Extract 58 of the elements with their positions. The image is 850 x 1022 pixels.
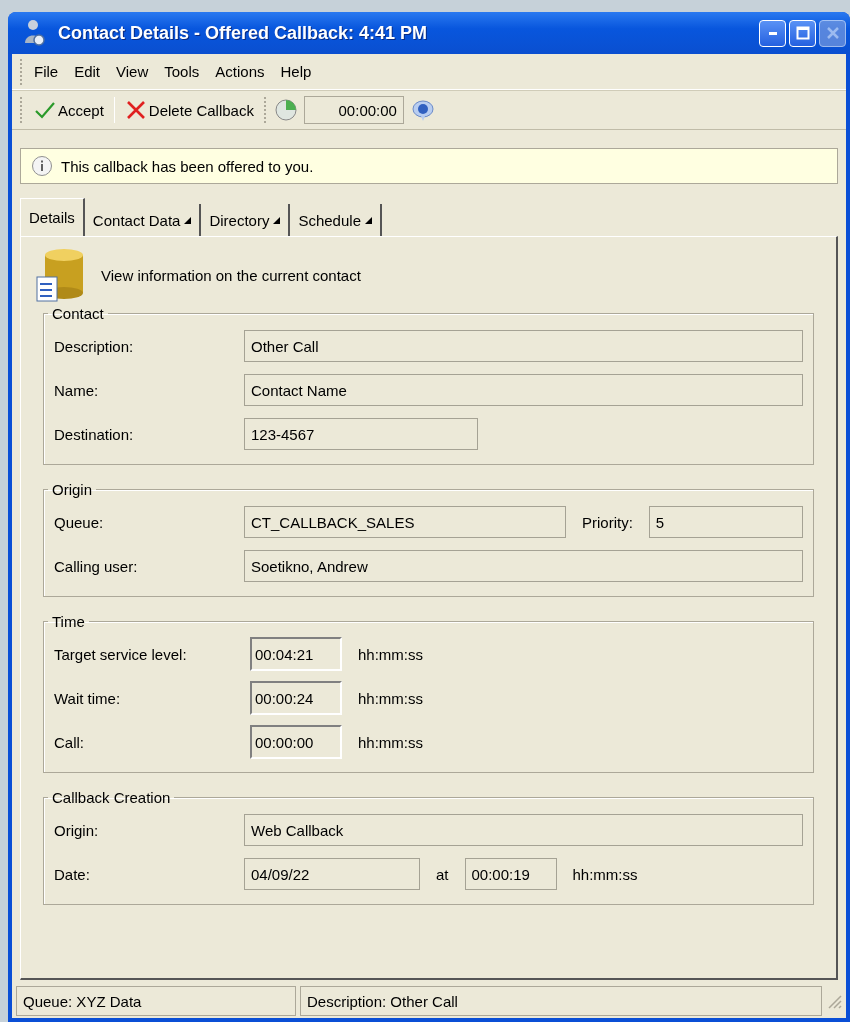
menu-item[interactable]: Edit: [68, 61, 107, 82]
menu-item[interactable]: View: [110, 61, 155, 82]
text-field[interactable]: Other Call: [244, 330, 803, 362]
header-text: View information on the current contact: [101, 266, 361, 284]
group-title: Callback Creation: [51, 789, 172, 806]
field-label: hh:mm:ss: [357, 689, 424, 707]
field-label: hh:mm:ss: [571, 865, 639, 883]
checkmark-icon: [34, 100, 56, 120]
resize-grip-icon: [826, 993, 842, 1009]
maximize-icon: [795, 26, 810, 40]
field-label: Name:: [54, 381, 100, 399]
text-field[interactable]: 00:00:19: [464, 858, 557, 890]
field-label: Destination:: [54, 425, 135, 443]
field-label: Origin:: [54, 821, 100, 839]
user-icon: [22, 19, 46, 47]
maximize-button[interactable]: [789, 19, 816, 47]
field-label: Queue:: [54, 513, 105, 531]
info-icon: [31, 155, 53, 177]
close-icon: [825, 26, 840, 40]
menu-item[interactable]: Tools: [158, 61, 206, 82]
field-label: Date:: [54, 865, 91, 883]
status-pane: Description: Other Call: [300, 986, 822, 1016]
text-field[interactable]: 04/09/22: [244, 858, 420, 890]
help-icon: [409, 98, 436, 122]
field-label: Priority:: [581, 513, 634, 531]
group-title: Contact: [51, 305, 105, 322]
tab[interactable]: Details: [20, 198, 85, 236]
field-label: Wait time:: [54, 689, 122, 707]
group-title: Origin: [51, 481, 93, 498]
field-label: Calling user:: [54, 557, 139, 575]
minimize-button[interactable]: [759, 19, 786, 47]
menu-item[interactable]: File: [28, 61, 65, 82]
field-label: at: [435, 865, 450, 883]
time-field[interactable]: 00:04:21: [250, 637, 342, 671]
minimize-icon: [768, 31, 777, 35]
delete-button[interactable]: Delete Callback: [120, 97, 258, 123]
time-field[interactable]: 00:00:24: [250, 681, 342, 715]
text-field[interactable]: Web Callback: [244, 814, 803, 846]
group-title: Time: [51, 613, 86, 630]
info-text: This callback has been offered to you.: [61, 157, 314, 175]
field-label: Call:: [54, 733, 85, 751]
field-label: Target service level:: [54, 645, 188, 663]
field-label: Description:: [54, 337, 135, 355]
window-title: Contact Details - Offered Callback: 4:41 PM: [58, 22, 429, 44]
timer-field: 00:00:00: [303, 96, 404, 124]
text-field[interactable]: Soetikno, Andrew: [244, 550, 803, 582]
field-label: hh:mm:ss: [357, 645, 424, 663]
delete-icon: [124, 99, 147, 121]
menu-item[interactable]: Help: [274, 61, 318, 82]
field-label: hh:mm:ss: [357, 733, 424, 751]
text-field[interactable]: Contact Name: [244, 374, 803, 406]
accept-button[interactable]: Accept: [30, 98, 108, 122]
text-field[interactable]: 123-4567: [244, 418, 478, 450]
menu-item[interactable]: Actions: [209, 61, 271, 82]
time-field[interactable]: 00:00:00: [250, 725, 342, 759]
text-field[interactable]: CT_CALLBACK_SALES: [244, 506, 566, 538]
text-field[interactable]: 5: [648, 506, 803, 538]
status-pane: Queue: XYZ Data: [16, 986, 296, 1016]
